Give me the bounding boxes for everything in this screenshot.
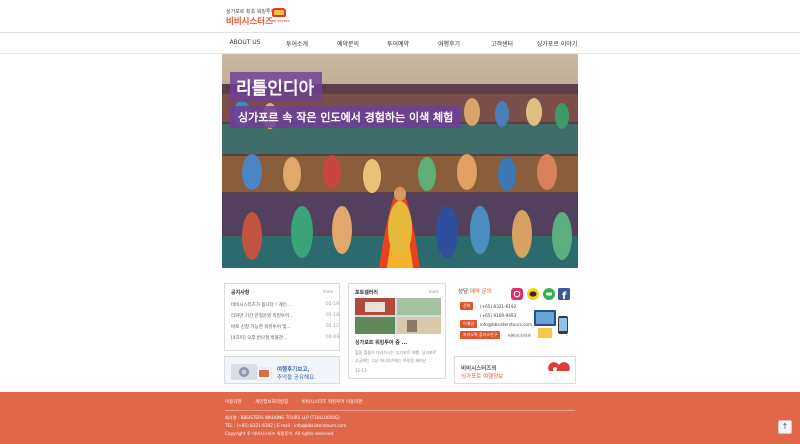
contact-title-accent: 예약 문의 [469,289,492,295]
kakao-id: 비비시스터즈 [508,333,532,338]
nav-singapore-story[interactable]: 싱가포르 이야기 [537,39,578,48]
footer-copyright: Copyright © 비비시스터즈 워킹투어. All rights rese… [225,431,335,436]
gallery-title: 포토갤러리 [355,290,379,296]
logo-badge-icon: BB SISTERS [272,8,290,23]
review-banner-line1: 여행후기보고, [277,367,310,373]
notice-item-date: 04-03 [325,335,339,340]
gallery-thumbnail[interactable] [355,298,441,334]
review-banner-line2: 추억을 공유해요. [277,375,316,381]
hero-banner[interactable]: 리틀인디아 싱가포르 속 작은 인도에서 경험하는 이색 체험 [222,54,578,268]
kakao-plus-friend-button[interactable]: 카카오톡 플러스친구 [460,331,501,339]
nav-tour-intro[interactable]: 투어소개 [286,39,308,48]
gallery-post-title[interactable]: 싱가포르 워킹투어 중 ... [355,339,407,346]
logo-badge-text: BB SISTERS [272,19,290,23]
hero-subtitle: 싱가포르 속 작은 인도에서 경험하는 이색 체험 [230,106,462,128]
phone-number-2: (+65) 9109-9493 [480,313,517,318]
gallery-post-date: 12-13 [355,368,367,373]
nav-about-us[interactable]: ABOUT US [229,39,260,46]
phone-number-1: (+65) 8321-6192 [480,304,517,309]
footer-links: 이용약관 개인정보처리방침 비비시스터즈 워킹투어 이용약관 [225,399,374,405]
svg-text:f: f [562,291,567,300]
gallery-more-link[interactable]: more [429,289,439,294]
email-button[interactable]: 이메일 [460,320,478,328]
list-item[interactable]: 리커만 기간 한정운영 워킹투어... 05-18 [231,313,339,321]
hero-title: 리틀인디아 [230,72,323,102]
notice-item-title: 리커만 기간 한정운영 워킹투어... [231,314,294,319]
notice-item-date: 05-18 [325,313,339,318]
nav-customer-center[interactable]: 고객센터 [491,39,513,48]
phone-button[interactable]: 전화 [460,302,474,310]
contact-title-prefix: 상담 [458,289,469,295]
list-item[interactable]: [4호미] 오후 반나절 박물관... 04-03 [231,335,339,343]
notice-item-title: [4호미] 오후 반나절 박물관... [231,336,288,341]
notice-item-title: 바로 신청 가능한 워킹투어 및... [231,325,291,330]
line-icon[interactable] [543,288,555,300]
photo-gallery-panel: 포토갤러리 more 싱가포르 워킹투어 중 ... 힐링 힐을이 다녀가시는 … [348,283,446,379]
footer-contact: TEL : (+65) 8321-6192 | E-mail : info@bb… [225,423,347,428]
logo-tagline: 싱가포르 최초 워킹투어 [226,9,276,15]
footer-divider [225,410,575,411]
gallery-post-desc: 힐링 힐을이 다녀가시는 싱가포르 여행, 싱가포르 [355,350,437,355]
footer-tour-terms-link[interactable]: 비비시스터즈 워킹투어 이용약관 [302,400,363,405]
footer-terms-link[interactable]: 이용약관 [225,400,242,405]
notice-more-link[interactable]: more [323,289,333,294]
singapore-flag-heart-icon [548,362,570,381]
footer-company: 회사명 : BBSISTERS WALKING TOURS LLP (T18LL… [225,415,340,420]
gallery-post-desc: 고궁에는 그냥 자나가기에는 아쉬운 재미난 ... [355,358,432,363]
instagram-icon[interactable] [511,288,523,300]
devices-icon [534,310,568,338]
list-item[interactable]: 바로 신청 가능한 워킹투어 및... 05-12 [231,324,339,332]
nav-tour-booking[interactable]: 투어예약 [387,39,409,48]
singapore-info-banner[interactable]: 비비시스터즈의 싱가포르 여행정보 [454,356,576,384]
contact-title: 상담 예약 문의 [458,287,492,295]
arrow-up-icon: ↑ [781,422,789,431]
nav-reservation-inquiry[interactable]: 예약문의 [337,39,359,48]
info-banner-line1: 비비시스터즈의 [461,366,497,372]
review-banner[interactable]: 여행후기보고, 추억을 공유해요. [224,356,340,384]
info-banner-line2: 싱가포르 여행정보 [461,374,504,380]
logo-name: 비비시스터즈 [226,17,273,27]
footer-privacy-link[interactable]: 개인정보처리방침 [255,400,288,405]
notice-item-date: 05-12 [325,324,339,329]
site-footer: 이용약관 개인정보처리방침 비비시스터즈 워킹투어 이용약관 회사명 : BBS… [0,392,800,444]
facebook-icon[interactable]: f [558,288,570,300]
main-nav: ABOUT US 투어소개 예약문의 투어예약 여행후기 고객센터 싱가포르 이… [0,32,800,54]
email-address: info@bbsisterstours.com [480,322,533,327]
nav-reviews[interactable]: 여행후기 [438,39,460,48]
scroll-to-top-button[interactable]: ↑ [778,420,792,434]
notice-panel: 공지사항 more 비비시스터즈가 옵니다 ! 개인... 05-19 리커만 … [224,283,340,351]
notice-item-title: 비비시스터즈가 옵니다 ! 개인... [231,303,292,308]
notice-item-date: 05-19 [325,302,339,307]
list-item[interactable]: 비비시스터즈가 옵니다 ! 개인... 05-19 [231,302,339,310]
kakao-icon[interactable] [527,288,539,300]
camera-icon [231,364,272,381]
notice-title: 공지사항 [231,290,250,296]
site-header: 싱가포르 최초 워킹투어 비비시스터즈 BB SISTERS [0,0,800,30]
